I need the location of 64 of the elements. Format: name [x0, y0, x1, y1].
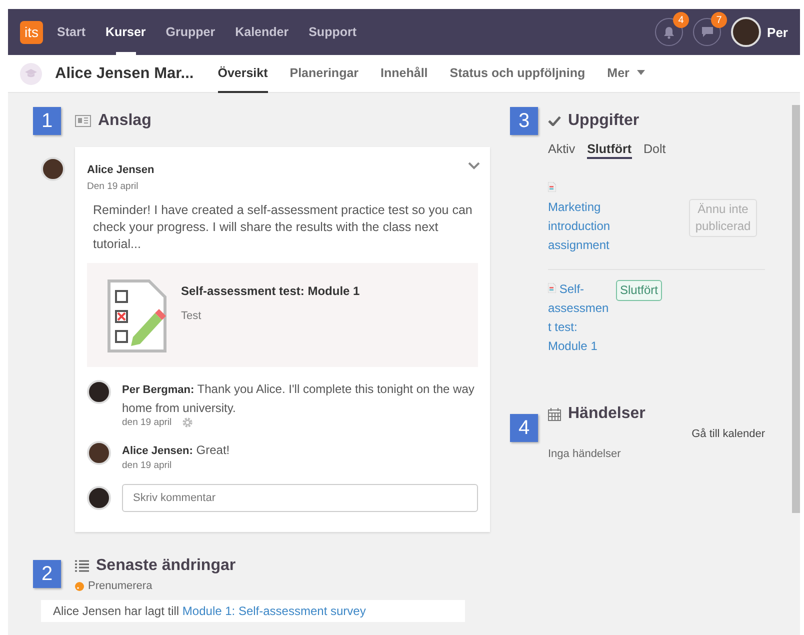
post-text: Reminder! I have created a self-assessment practice test so you can check your progress. I will share the results with the class next tutorial... [93, 202, 474, 253]
chevron-down-icon[interactable] [468, 162, 480, 170]
more-menu[interactable]: Mer [607, 54, 646, 92]
section-title: Uppgifter [568, 112, 640, 130]
calendar-link[interactable]: Gå till kalender [692, 428, 765, 440]
status-label: Ännu inte publicerad [689, 199, 757, 237]
checkmark-icon [548, 116, 561, 126]
caret-icon [637, 70, 646, 75]
nav-link[interactable]: Start [57, 9, 86, 55]
subscribe-link[interactable]: Prenumerera [88, 580, 152, 592]
document-icon [548, 283, 556, 293]
calendar-icon [548, 408, 561, 420]
commenter-avatar [87, 441, 111, 465]
course-icon [20, 62, 42, 84]
step-marker: 4 [510, 414, 538, 442]
nav-link[interactable]: Kurser [105, 9, 146, 55]
section-title: Senaste ändringar [96, 557, 236, 575]
attachment-type: Test [181, 310, 202, 322]
course-tab[interactable]: Status och uppföljning [450, 54, 586, 92]
assignment-tab[interactable]: Slutfört [587, 142, 632, 159]
section-title: Händelser [568, 405, 646, 423]
notification-count: 4 [673, 12, 690, 28]
step-marker: 2 [33, 560, 61, 588]
scrollbar[interactable] [792, 105, 800, 513]
step-marker: 3 [510, 107, 538, 135]
course-tab[interactable]: Planeringar [290, 54, 359, 92]
user-avatar[interactable] [731, 17, 762, 47]
change-link[interactable]: Module 1: Self-assessment survey [182, 604, 366, 618]
test-document-icon [107, 279, 167, 353]
nav-link[interactable]: Support [308, 9, 357, 55]
comment-input[interactable]: Skriv kommentar [122, 484, 478, 512]
newspaper-icon [75, 115, 91, 127]
empty-events-text: Inga händelser [548, 448, 621, 460]
comment-text: Alice Jensen: Great! [122, 442, 230, 459]
post-date: Den 19 april [87, 181, 140, 192]
comment-text: Per Bergman: Thank you Alice. I'll complete this tonight on the way home from university. [122, 381, 476, 417]
course-title: Alice Jensen Mar... [55, 64, 194, 82]
course-tab[interactable]: Innehåll [380, 54, 428, 92]
status-label: Slutfört [616, 280, 662, 301]
author-name: Alice Jensen [87, 164, 154, 176]
settings-icon[interactable] [182, 417, 193, 428]
nav-link[interactable]: Kalender [235, 9, 289, 55]
step-marker: 1 [33, 107, 61, 135]
user-name[interactable]: Per [767, 24, 788, 40]
nav-link[interactable]: Grupper [166, 9, 216, 55]
bell-icon [663, 26, 676, 38]
list-icon [75, 560, 89, 572]
comment-date: den 19 april [122, 417, 172, 428]
assignment-tab[interactable]: Aktiv [548, 142, 576, 159]
commenter-avatar [87, 380, 111, 404]
user-avatar [87, 486, 111, 510]
message-count: 7 [711, 12, 728, 28]
rss-icon [75, 582, 84, 590]
attachment-card[interactable]: Self-assessment test: Module 1 Test [87, 263, 478, 367]
assignment-link[interactable]: Marketing introduction assignment [548, 179, 612, 255]
assignment-link[interactable]: Self-assessment test: Module 1 [548, 280, 612, 356]
document-icon [548, 182, 556, 192]
change-text: Alice Jensen har lagt till [53, 604, 180, 618]
section-title: Anslag [98, 112, 152, 130]
author-avatar [41, 157, 65, 181]
comment-date: den 19 april [122, 460, 172, 471]
chat-icon [700, 26, 714, 38]
attachment-title: Self-assessment test: Module 1 [181, 284, 360, 298]
assignment-tab[interactable]: Dolt [644, 142, 666, 159]
